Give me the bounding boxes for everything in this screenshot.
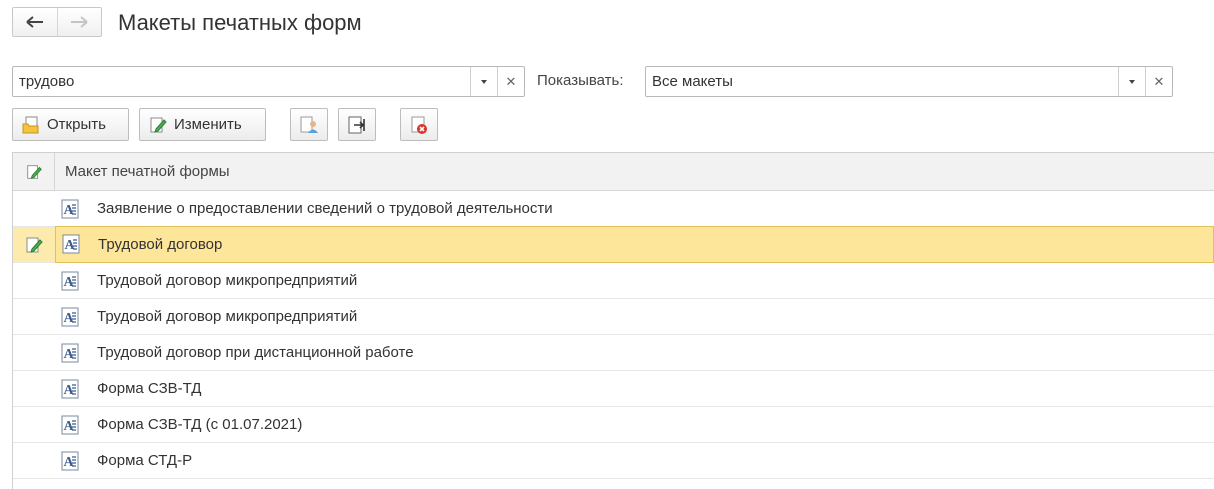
row-marker [13, 299, 55, 334]
edit-pencil-icon [150, 117, 167, 133]
filter-value[interactable]: Все макеты [646, 67, 1118, 96]
table-row[interactable]: A Заявление о предоставлении сведений о т… [13, 191, 1214, 227]
template-cell[interactable]: A Трудовой договор микропредприятий [55, 299, 1214, 334]
table-row[interactable]: A Форма СЗВ-ТД (с 01.07.2021) [13, 407, 1214, 443]
export-file-icon [348, 116, 365, 133]
row-marker [13, 227, 55, 262]
table-body: A Заявление о предоставлении сведений о т… [13, 191, 1214, 479]
template-cell[interactable]: A Трудовой договор при дистанционной рабо… [55, 335, 1214, 370]
template-name: Трудовой договор микропредприятий [97, 308, 358, 325]
edit-button[interactable]: Изменить [139, 108, 266, 141]
filter-select[interactable]: Все макеты ✕ [645, 66, 1173, 97]
document-icon: A [61, 307, 79, 326]
template-name: Форма СЗВ-ТД (с 01.07.2021) [97, 416, 303, 433]
forward-button[interactable] [56, 8, 102, 36]
arrow-right-icon [71, 16, 88, 28]
template-cell[interactable]: A Форма СТД-Р [55, 443, 1214, 478]
open-button[interactable]: Открыть [12, 108, 129, 141]
template-cell[interactable]: A Заявление о предоставлении сведений о т… [55, 191, 1214, 226]
search-clear-button[interactable]: ✕ [497, 67, 524, 96]
search-field[interactable]: трудово ✕ [12, 66, 525, 97]
table-row[interactable]: A Трудовой договор при дистанционной рабо… [13, 335, 1214, 371]
row-marker [13, 371, 55, 406]
table-header: Макет печатной формы [13, 153, 1214, 191]
row-marker [13, 191, 55, 226]
template-cell[interactable]: A Трудовой договор микропредприятий [55, 263, 1214, 298]
template-name: Заявление о предоставлении сведений о тр… [97, 200, 553, 217]
edit-pencil-icon [26, 164, 42, 179]
user-template-button[interactable] [290, 108, 328, 141]
table-row[interactable]: A Форма СТД-Р [13, 443, 1214, 479]
navigation-buttons [12, 7, 102, 37]
chevron-down-icon [1129, 79, 1135, 84]
delete-template-button[interactable] [400, 108, 438, 141]
open-folder-icon [22, 116, 39, 133]
template-cell[interactable]: A Форма СЗВ-ТД [55, 371, 1214, 406]
delete-template-icon [411, 116, 427, 134]
arrow-left-icon [26, 16, 43, 28]
table-row[interactable]: A Трудовой договор микропредприятий [13, 263, 1214, 299]
row-marker [13, 263, 55, 298]
document-icon: A [61, 415, 79, 434]
document-icon: A [61, 343, 79, 362]
templates-table: Макет печатной формы A Заявление о предос… [12, 152, 1214, 489]
edit-button-label: Изменить [174, 116, 242, 133]
export-file-button[interactable] [338, 108, 376, 141]
document-icon: A [61, 451, 79, 470]
row-marker [13, 335, 55, 370]
back-button[interactable] [13, 8, 57, 36]
template-name: Трудовой договор [98, 235, 223, 253]
table-row[interactable]: A Трудовой договор [13, 225, 1214, 263]
row-marker [13, 443, 55, 478]
close-icon: ✕ [1153, 73, 1165, 89]
edited-mark-icon [26, 237, 43, 253]
table-row[interactable]: A Трудовой договор микропредприятий [13, 299, 1214, 335]
close-icon: ✕ [505, 73, 517, 89]
table-row[interactable]: A Форма СЗВ-ТД [13, 371, 1214, 407]
row-marker [13, 407, 55, 442]
filter-dropdown-button[interactable] [1118, 67, 1145, 96]
filter-label: Показывать: [537, 72, 624, 89]
search-input[interactable]: трудово [13, 67, 470, 96]
template-name: Форма СТД-Р [97, 452, 193, 469]
document-icon: A [61, 199, 79, 218]
document-icon: A [61, 271, 79, 290]
chevron-down-icon [481, 79, 487, 84]
template-column-header[interactable]: Макет печатной формы [55, 163, 230, 180]
search-dropdown-button[interactable] [470, 67, 497, 96]
filter-clear-button[interactable]: ✕ [1145, 67, 1172, 96]
open-button-label: Открыть [47, 116, 106, 133]
template-cell[interactable]: A Форма СЗВ-ТД (с 01.07.2021) [55, 407, 1214, 442]
document-icon: A [61, 379, 79, 398]
template-name: Форма СЗВ-ТД [97, 380, 202, 397]
template-cell[interactable]: A Трудовой договор [55, 225, 1214, 263]
template-name: Трудовой договор при дистанционной работ… [97, 344, 414, 361]
document-icon: A [62, 234, 80, 254]
user-template-icon [300, 116, 318, 133]
page-title: Макеты печатных форм [118, 10, 362, 35]
template-name: Трудовой договор микропредприятий [97, 272, 358, 289]
edited-column-header[interactable] [13, 153, 55, 190]
